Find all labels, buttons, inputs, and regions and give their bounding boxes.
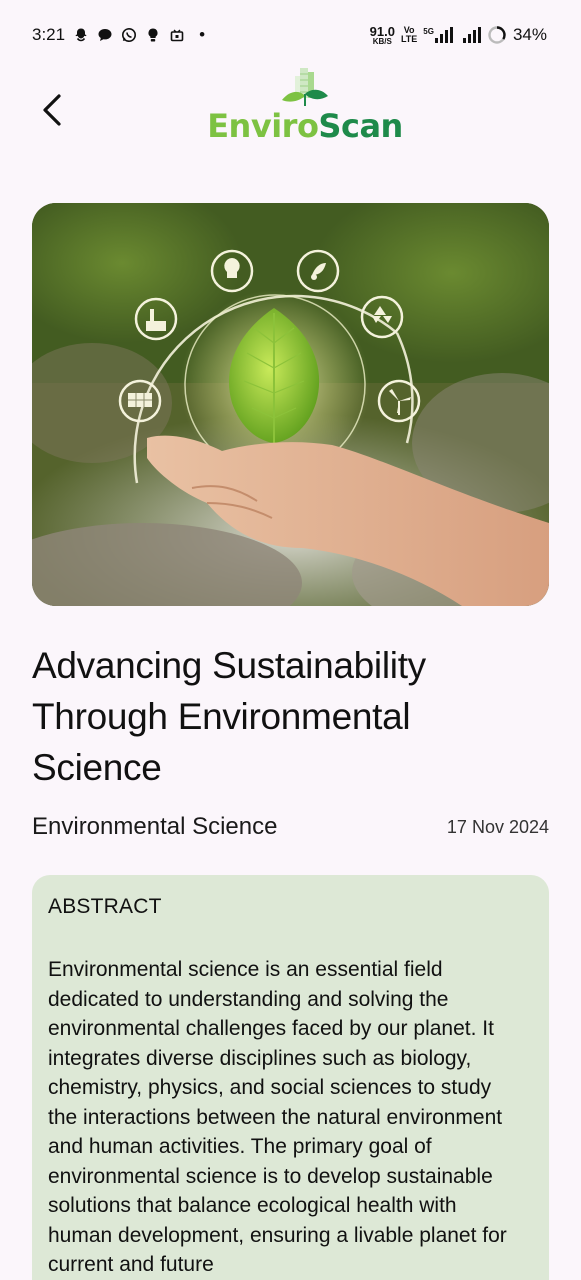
- signal-bars-2-icon: [462, 27, 481, 43]
- signal-5g: 5G: [423, 27, 453, 43]
- network-speed-unit: KB/S: [372, 36, 392, 46]
- status-left: 3:21 •: [32, 25, 205, 45]
- article-meta: Environmental Science 17 Nov 2024: [32, 810, 549, 844]
- abstract-card: ABSTRACT Environmental science is an ess…: [32, 875, 549, 1280]
- network-speed-value: 91.0: [369, 23, 395, 39]
- chat-icon: [97, 27, 113, 43]
- back-button[interactable]: [32, 88, 72, 132]
- article-title: Advancing Sustainability Through Environ…: [32, 645, 426, 788]
- status-dot: •: [199, 25, 206, 44]
- article-date: 17 Nov 2024: [446, 816, 549, 837]
- snapchat-icon: [73, 27, 89, 43]
- volte-indicator: Vo LTE: [401, 26, 417, 44]
- article-category: Environmental Science: [32, 813, 278, 840]
- logo-scan: Scan: [318, 107, 403, 145]
- status-right: 91.0 KB/S Vo LTE 5G 34%: [370, 25, 547, 46]
- logo-enviro: Enviro: [207, 107, 319, 145]
- volte-bottom: LTE: [400, 34, 418, 44]
- status-time: 3:21: [32, 25, 66, 44]
- battery-icon: [488, 26, 506, 44]
- battery-percent: 34%: [512, 25, 547, 44]
- app-logo-text: EnviroScan: [207, 110, 403, 142]
- bulb-icon: [145, 27, 161, 43]
- whatsapp-icon: [121, 27, 137, 43]
- article-hero-image: [32, 203, 549, 606]
- signal-bars-icon: [434, 27, 453, 43]
- app-icon: [169, 27, 185, 43]
- abstract-text: Environmental science is an essential fi…: [48, 958, 507, 1276]
- app-logo: EnviroScan: [205, 66, 405, 144]
- network-gen-label: 5G: [423, 27, 434, 36]
- status-bar: 3:21 • 91.0 KB/S Vo LTE 5G 34%: [0, 0, 581, 70]
- building-leaf-icon: [282, 68, 328, 106]
- abstract-heading: ABSTRACT: [48, 895, 162, 918]
- chevron-left-icon: [43, 94, 61, 126]
- network-speed: 91.0 KB/S: [370, 25, 395, 46]
